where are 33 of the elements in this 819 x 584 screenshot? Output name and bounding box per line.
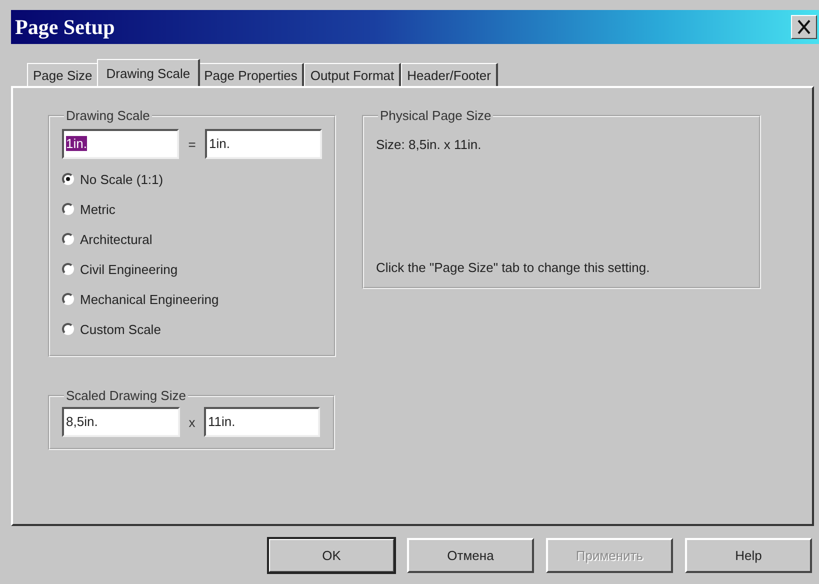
radio-button[interactable] <box>62 323 74 335</box>
radio-button[interactable] <box>62 233 74 245</box>
page-size-text: Size: 8,5in. x 11in. <box>376 137 482 152</box>
close-icon[interactable] <box>791 15 817 39</box>
radio-button[interactable] <box>62 293 74 305</box>
input-field[interactable]: 11in. <box>204 407 320 437</box>
tab[interactable]: Header/Footer <box>401 63 498 86</box>
group-title: Scaled Drawing Size <box>66 388 186 403</box>
equals-sign: = <box>187 136 197 152</box>
dialog-button[interactable]: Отмена <box>407 538 534 573</box>
radio-label[interactable]: No Scale (1:1) <box>80 172 164 186</box>
radio-button[interactable] <box>62 173 74 185</box>
group-title: Physical Page Size <box>380 108 492 123</box>
radio-button[interactable] <box>62 203 74 215</box>
hint-text: Click the "Page Size" tab to change this setting. <box>376 260 650 275</box>
dialog-button[interactable]: OK <box>268 538 395 573</box>
input-field[interactable]: 1in. <box>62 129 179 159</box>
tab[interactable]: Page Size <box>27 63 100 86</box>
dialog-button[interactable]: Help <box>685 538 812 573</box>
input-field[interactable]: 1in. <box>205 129 322 159</box>
times-sign: x <box>188 414 196 430</box>
radio-label[interactable]: Custom Scale <box>80 322 161 336</box>
radio-label[interactable]: Civil Engineering <box>80 262 178 276</box>
tab[interactable]: Drawing Scale <box>97 59 200 86</box>
input-field[interactable]: 8,5in. <box>62 407 180 437</box>
tab[interactable]: Page Properties <box>198 63 304 86</box>
window-title: Page Setup <box>14 14 116 40</box>
radio-label[interactable]: Mechanical Engineering <box>80 292 219 306</box>
tab[interactable]: Output Format <box>304 63 402 86</box>
radio-label[interactable]: Metric <box>80 202 116 216</box>
group-title: Drawing Scale <box>66 108 150 123</box>
radio-button[interactable] <box>62 263 74 275</box>
radio-label[interactable]: Architectural <box>80 232 152 246</box>
